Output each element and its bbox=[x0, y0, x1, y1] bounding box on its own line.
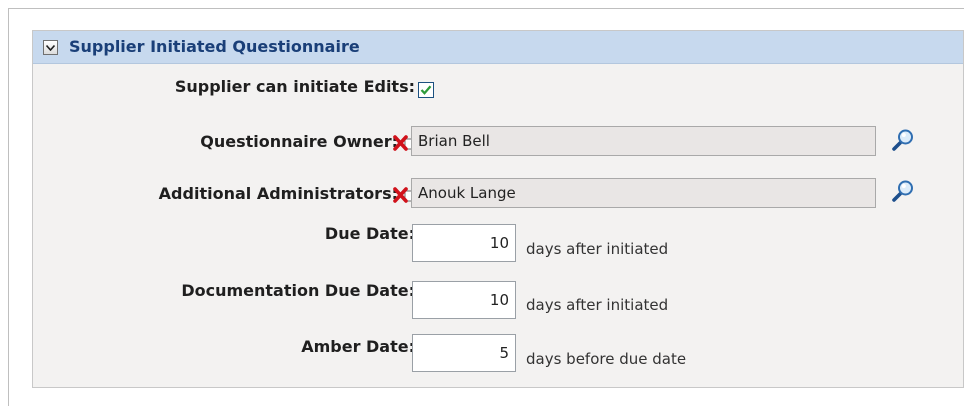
documentation-due-date-suffix: days after initiated bbox=[526, 296, 669, 314]
section-title: Supplier Initiated Questionnaire bbox=[69, 37, 360, 56]
chevron-down-icon[interactable] bbox=[43, 40, 58, 55]
due-date-suffix: days after initiated bbox=[526, 240, 669, 258]
amber-date-label: Amber Date: bbox=[301, 337, 415, 356]
supplier-can-initiate-edits-label: Supplier can initiate Edits: bbox=[174, 77, 415, 96]
additional-administrators-field[interactable]: Anouk Lange bbox=[411, 178, 876, 208]
additional-administrators-label: Additional Administrators: bbox=[158, 184, 398, 203]
questionnaire-owner-field[interactable]: Brian Bell bbox=[411, 126, 876, 156]
amber-date-suffix: days before due date bbox=[526, 350, 687, 368]
amber-date-input[interactable]: 5 bbox=[412, 334, 516, 372]
supplier-can-initiate-edits-checkbox[interactable] bbox=[418, 82, 434, 98]
documentation-due-date-input[interactable]: 10 bbox=[412, 281, 516, 319]
section-header[interactable]: Supplier Initiated Questionnaire bbox=[33, 31, 963, 64]
due-date-input[interactable]: 10 bbox=[412, 224, 516, 262]
due-date-label: Due Date: bbox=[324, 224, 415, 243]
magnifier-icon[interactable] bbox=[891, 128, 915, 152]
supplier-initiated-questionnaire-panel: Supplier Initiated Questionnaire Supplie… bbox=[32, 30, 964, 388]
questionnaire-owner-label: Questionnaire Owner: bbox=[200, 132, 398, 151]
documentation-due-date-label: Documentation Due Date: bbox=[181, 281, 415, 300]
magnifier-icon[interactable] bbox=[891, 179, 915, 203]
